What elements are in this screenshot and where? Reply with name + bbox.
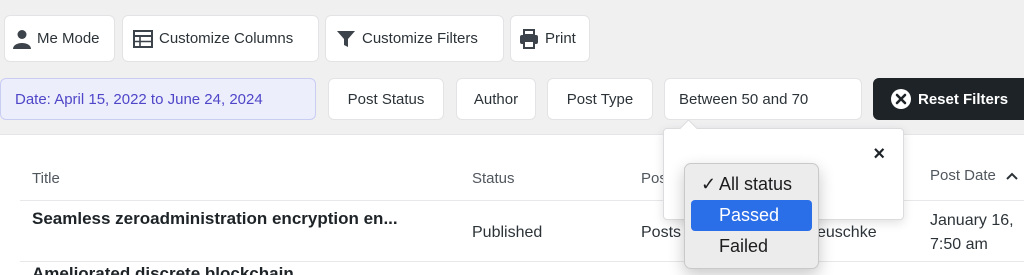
author-label: Author [473, 90, 519, 108]
me-mode-button[interactable]: Me Mode [4, 15, 115, 62]
row-divider [20, 261, 1024, 262]
customize-filters-button[interactable]: Customize Filters [325, 15, 504, 62]
author-filter[interactable]: Author [456, 78, 536, 120]
post-type-label: Post Type [566, 90, 634, 108]
row-title-link[interactable]: Seamless zeroadministration encryption e… [32, 209, 398, 229]
column-header-status[interactable]: Status [472, 170, 515, 187]
row-title-link[interactable]: Ameliorated discrete blockchain [32, 264, 294, 275]
option-failed[interactable]: Failed [691, 231, 812, 262]
close-circle-icon [890, 88, 912, 110]
row-date-line2: 7:50 am [930, 236, 988, 253]
row-author: euschke [817, 224, 877, 241]
chevron-up-icon [1006, 167, 1018, 184]
date-filter-label: Date: April 15, 2022 to June 24, 2024 [15, 90, 263, 108]
customize-columns-button[interactable]: Customize Columns [122, 15, 319, 62]
row-status: Published [472, 224, 543, 241]
close-icon[interactable]: × [873, 143, 885, 166]
print-label: Print [545, 30, 576, 47]
column-header-title[interactable]: Title [32, 170, 60, 187]
me-mode-label: Me Mode [37, 30, 100, 47]
option-all-status[interactable]: ✓ All status [691, 169, 812, 200]
between-filter[interactable]: Between 50 and 70 [664, 78, 862, 120]
status-select-dropdown[interactable]: ✓ All status Passed Failed [684, 163, 819, 269]
reset-filters-button[interactable]: Reset Filters [873, 78, 1024, 120]
customize-filters-label: Customize Filters [362, 30, 478, 47]
between-label: Between 50 and 70 [679, 90, 809, 108]
post-type-filter[interactable]: Post Type [547, 78, 653, 120]
funnel-icon [336, 29, 356, 49]
print-button[interactable]: Print [510, 15, 590, 62]
table-icon [133, 29, 153, 48]
row-date-line1: January 16, [930, 212, 1014, 229]
option-label: Passed [719, 205, 780, 225]
user-icon [13, 29, 31, 49]
column-header-post-date[interactable]: Post Date [930, 167, 1018, 184]
printer-icon [519, 28, 539, 49]
date-filter-chip[interactable]: Date: April 15, 2022 to June 24, 2024 [0, 78, 316, 120]
post-status-filter[interactable]: Post Status [328, 78, 444, 120]
post-status-label: Post Status [347, 90, 425, 108]
option-label: Failed [719, 236, 769, 256]
post-date-label: Post Date [930, 167, 996, 184]
option-label: All status [719, 174, 793, 194]
checkmark-icon: ✓ [701, 174, 717, 194]
reset-filters-label: Reset Filters [918, 90, 1009, 108]
row-post-type: Posts [641, 224, 682, 241]
customize-columns-label: Customize Columns [159, 30, 294, 47]
option-passed[interactable]: Passed [691, 200, 812, 231]
